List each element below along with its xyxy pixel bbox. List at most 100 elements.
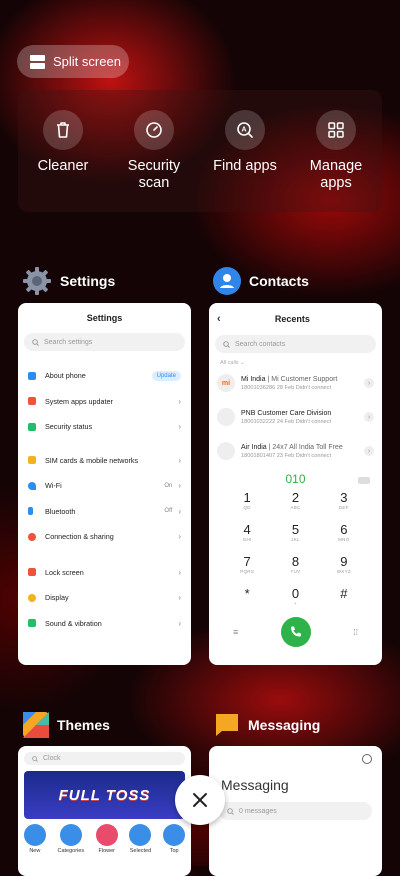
- dial-keypad: 1 QD 2 ABC 3 DEF 4 GHI 5 JKL 6 MNO 7 PQRS 8 TUV …: [223, 490, 368, 615]
- heart-icon: [129, 824, 152, 846]
- chevron-right-icon: ›: [178, 422, 181, 432]
- find-apps-label: Find apps: [213, 158, 277, 174]
- chevron-right-icon: ›: [178, 618, 181, 628]
- trash-icon: [43, 110, 83, 150]
- tab-flower[interactable]: Flower: [95, 824, 118, 854]
- messaging-app-header[interactable]: Messaging: [214, 712, 320, 738]
- menu-icon[interactable]: ≡: [233, 627, 238, 637]
- tab-selected[interactable]: Selected: [129, 824, 152, 854]
- chevron-right-icon: ›: [178, 481, 181, 491]
- settings-item-connection-sharing[interactable]: Connection & sharing ›: [18, 524, 191, 550]
- manage-apps-button[interactable]: Manage apps: [291, 110, 381, 192]
- tab-top[interactable]: Top: [163, 824, 186, 854]
- chevron-right-icon: ›: [178, 506, 181, 516]
- messaging-app-card[interactable]: Messaging 0 messages: [209, 746, 382, 876]
- key-star[interactable]: *: [223, 586, 271, 615]
- recent-call-row[interactable]: PNB Customer Care Division 18001032222 2…: [209, 400, 382, 434]
- phone-icon: [28, 371, 36, 380]
- settings-item-sound-vibration[interactable]: Sound & vibration ›: [18, 611, 191, 637]
- security-scan-button[interactable]: Security scan: [109, 110, 199, 192]
- close-icon: [193, 793, 207, 807]
- close-all-button[interactable]: [175, 775, 225, 825]
- settings-item-wifi[interactable]: Wi-Fi On ›: [18, 473, 191, 499]
- tab-categories[interactable]: Categories: [58, 824, 84, 854]
- key-hash[interactable]: #: [320, 586, 368, 615]
- flower-icon: [95, 824, 118, 846]
- themes-app-card[interactable]: Clock FULL TOSS New Categories Flower Se…: [18, 746, 191, 876]
- chevron-right-icon: ›: [178, 455, 181, 465]
- key-6[interactable]: 6 MNO: [320, 522, 368, 551]
- update-arrow-icon: [28, 397, 36, 406]
- featured-theme-banner[interactable]: FULL TOSS: [24, 771, 185, 819]
- themes-app-header[interactable]: Themes: [23, 712, 110, 738]
- update-badge: Update: [151, 370, 181, 381]
- messaging-search[interactable]: 0 messages: [219, 802, 372, 820]
- settings-item-bluetooth[interactable]: Bluetooth Off ›: [18, 499, 191, 525]
- messaging-app-name: Messaging: [248, 717, 321, 733]
- top-icon: [163, 824, 186, 846]
- settings-app-header[interactable]: Settings: [22, 266, 115, 296]
- search-icon: [32, 755, 38, 762]
- themes-category-tabs: New Categories Flower Selected Top: [18, 824, 191, 854]
- security-scan-icon: [134, 110, 174, 150]
- manage-apps-label: Manage apps: [309, 158, 363, 191]
- settings-item-display[interactable]: Display ›: [18, 585, 191, 611]
- cleaner-button[interactable]: Cleaner: [18, 110, 108, 175]
- contact-avatar: [217, 408, 235, 426]
- split-screen-button[interactable]: Split screen: [17, 45, 129, 78]
- new-icon: [23, 824, 46, 846]
- key-2[interactable]: 2 ABC: [271, 490, 319, 519]
- settings-item-security-status[interactable]: Security status ›: [18, 414, 191, 440]
- dialed-number: 010: [285, 472, 306, 486]
- find-apps-button[interactable]: A Find apps: [200, 110, 290, 175]
- key-0[interactable]: 0 +: [271, 586, 319, 615]
- settings-app-name: Settings: [60, 273, 116, 289]
- recent-call-row[interactable]: Air India | 24x7 All India Toll Free 180…: [209, 434, 382, 468]
- key-4[interactable]: 4 GHI: [223, 522, 271, 551]
- contacts-app-header[interactable]: Contacts: [213, 267, 309, 295]
- chevron-right-icon: ›: [178, 593, 181, 603]
- settings-search[interactable]: Search settings: [24, 333, 185, 351]
- call-detail-arrow-icon[interactable]: ›: [364, 446, 374, 456]
- key-8[interactable]: 8 TUV: [271, 554, 319, 583]
- cleaner-label: Cleaner: [37, 158, 89, 174]
- key-7[interactable]: 7 PQRS: [223, 554, 271, 583]
- messaging-app-icon: [216, 714, 238, 736]
- key-9[interactable]: 9 WXYZ: [320, 554, 368, 583]
- settings-app-icon: [23, 267, 51, 295]
- contacts-app-icon: [213, 267, 241, 295]
- split-screen-icon: [30, 54, 45, 69]
- settings-app-card[interactable]: Settings Search settings About phone Upd…: [18, 303, 191, 665]
- key-5[interactable]: 5 JKL: [271, 522, 319, 551]
- key-1[interactable]: 1 QD: [223, 490, 271, 519]
- phone-icon: [290, 626, 301, 637]
- chevron-right-icon: ›: [178, 532, 181, 542]
- call-button[interactable]: [280, 617, 311, 647]
- call-detail-arrow-icon[interactable]: ›: [364, 412, 374, 422]
- call-detail-arrow-icon[interactable]: ›: [364, 378, 374, 388]
- categories-icon: [59, 824, 82, 846]
- wifi-icon: [28, 481, 36, 490]
- display-icon: [28, 593, 36, 602]
- dialpad-toggle-icon[interactable]: ⁞⁞: [354, 628, 358, 637]
- svg-text:A: A: [241, 127, 246, 134]
- themes-search[interactable]: Clock: [24, 752, 185, 765]
- gear-icon[interactable]: [362, 754, 372, 764]
- settings-item-lock-screen[interactable]: Lock screen ›: [18, 560, 191, 586]
- settings-item-system-apps-updater[interactable]: System apps updater ›: [18, 389, 191, 415]
- contacts-app-name: Contacts: [249, 273, 309, 289]
- contacts-app-card[interactable]: ‹ Recents Search contacts All calls ⌄ mi…: [209, 303, 382, 665]
- messaging-title: Messaging: [221, 777, 289, 793]
- settings-item-sim-cards[interactable]: SIM cards & mobile networks ›: [18, 448, 191, 474]
- settings-item-about-phone[interactable]: About phone Update: [18, 363, 191, 389]
- key-3[interactable]: 3 DEF: [320, 490, 368, 519]
- tab-new[interactable]: New: [23, 824, 46, 854]
- lock-icon: [28, 568, 36, 577]
- backspace-icon[interactable]: [358, 477, 370, 484]
- contact-avatar: [217, 442, 235, 460]
- security-scan-label: Security scan: [127, 158, 181, 191]
- contacts-search[interactable]: Search contacts: [215, 335, 376, 353]
- recent-call-row[interactable]: mi Mi India | Mi Customer Support 180010…: [209, 366, 382, 400]
- search-icon: [227, 807, 234, 815]
- split-screen-label: Split screen: [53, 54, 121, 69]
